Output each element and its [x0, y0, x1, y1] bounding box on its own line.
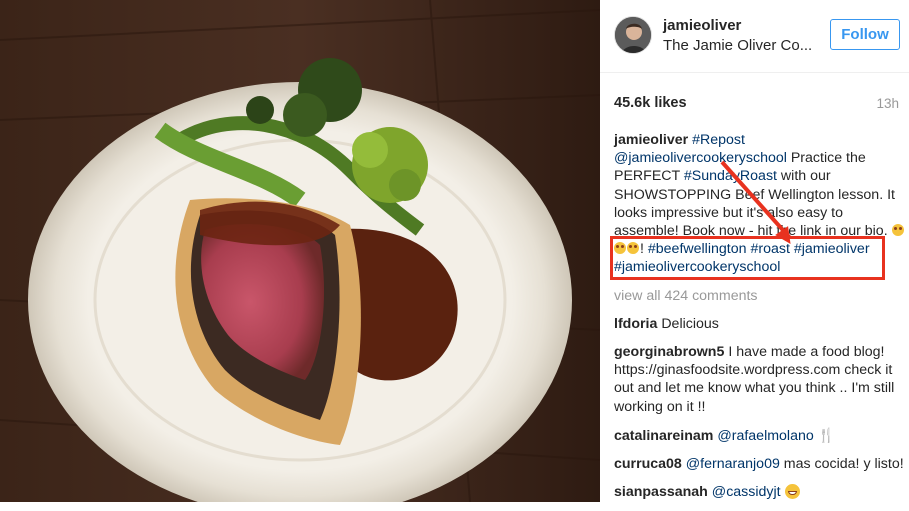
- caption-text-3: !: [640, 241, 648, 258]
- view-all-comments-link[interactable]: view all 424 comments: [614, 287, 906, 305]
- comment-text: mas cocida! y listo!: [779, 456, 904, 473]
- comment-username[interactable]: sianpassanah: [614, 484, 708, 500]
- likes-count[interactable]: 45.6k likes: [614, 95, 687, 111]
- hashtag-jamieoliver[interactable]: #jamieoliver: [794, 241, 870, 257]
- caption-mention[interactable]: @jamieolivercookeryschool: [614, 150, 787, 166]
- comment-username[interactable]: lfdoria: [614, 316, 657, 332]
- comment-item: georginabrown5 I have made a food blog! …: [614, 343, 906, 416]
- post-details-panel: jamieoliver The Jamie Oliver Co... Follo…: [600, 0, 909, 502]
- hashtag-jamieolivercookeryschool[interactable]: #jamieolivercookeryschool: [614, 259, 780, 275]
- avatar-icon: [615, 17, 651, 53]
- post-photo[interactable]: [0, 0, 600, 502]
- grin-emoji-icon: [784, 484, 800, 500]
- smile-emoji-icon: [627, 242, 639, 255]
- comment-username[interactable]: catalinareinam: [614, 428, 713, 444]
- smile-emoji-icon: [614, 242, 626, 255]
- comment-mention[interactable]: @cassidyjt: [712, 484, 781, 500]
- hashtag-roast[interactable]: #roast: [750, 241, 789, 257]
- comment-mention[interactable]: @fernaranjo09: [686, 456, 780, 472]
- photo-illustration: [0, 0, 600, 502]
- comment-item: catalinareinam @rafaelmolano 🍴: [614, 426, 906, 445]
- caption: jamieoliver #Repost @jamieolivercookerys…: [614, 131, 906, 277]
- comments-list: jamieoliver #Repost @jamieolivercookerys…: [614, 131, 906, 511]
- hashtag-sundayroast[interactable]: #SundayRoast: [684, 168, 777, 184]
- smile-emoji-icon: [891, 224, 904, 237]
- avatar[interactable]: [614, 16, 652, 54]
- hashtag-repost[interactable]: #Repost: [692, 132, 745, 148]
- comment-text: Delicious: [661, 315, 719, 332]
- caption-username[interactable]: jamieoliver: [614, 132, 688, 148]
- post-fullname: The Jamie Oliver Co...: [663, 37, 813, 54]
- post-time[interactable]: 13h: [876, 96, 899, 111]
- post-header: jamieoliver The Jamie Oliver Co... Follo…: [600, 0, 909, 73]
- fork-knife-icon: 🍴: [817, 426, 836, 443]
- comment-username[interactable]: curruca08: [614, 456, 682, 472]
- comment-username[interactable]: georginabrown5: [614, 344, 724, 360]
- comment-item: curruca08 @fernaranjo09 mas cocida! y li…: [614, 455, 906, 473]
- post-username[interactable]: jamieoliver: [663, 17, 741, 34]
- follow-button[interactable]: Follow: [830, 19, 900, 50]
- hashtag-beefwellington[interactable]: #beefwellington: [648, 241, 747, 257]
- comment-item: lfdoria Delicious: [614, 315, 906, 333]
- comment-item: sianpassanah @cassidyjt: [614, 483, 906, 501]
- comment-mention[interactable]: @rafaelmolano: [717, 428, 813, 444]
